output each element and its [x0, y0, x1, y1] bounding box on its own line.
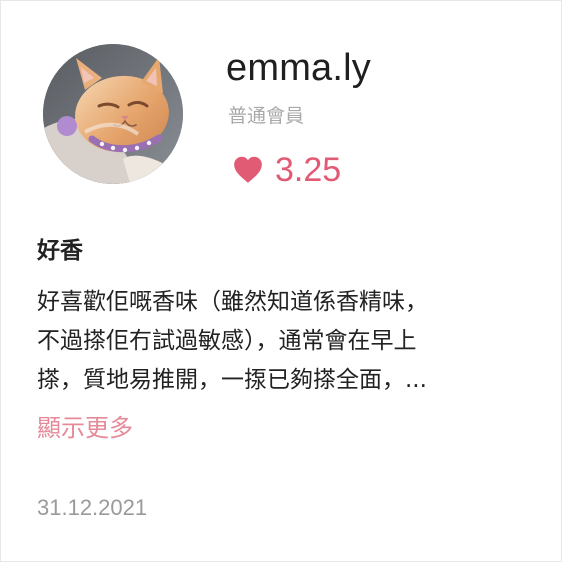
review-body-line: 搽，質地易推開，一揼已夠搽全面，...: [37, 367, 427, 393]
member-level-badge: 普通會員: [228, 105, 305, 127]
review-body-line: 不過搽佢冇試過敏感），通常會在早上: [37, 328, 417, 354]
show-more-link[interactable]: 顯示更多: [37, 411, 133, 445]
rating-display: 3.25: [231, 149, 341, 191]
review-title: 好香: [37, 238, 83, 264]
review-card: emma.ly 普通會員 3.25 好香 好喜歡佢嘅香味（雖然知道係香精味， 不…: [0, 0, 562, 562]
review-date: 31.12.2021: [37, 495, 148, 520]
heart-icon: [234, 156, 262, 183]
cat-photo-avatar: [43, 44, 183, 184]
review-body: 好喜歡佢嘅香味（雖然知道係香精味， 不過搽佢冇試過敏感），通常會在早上 搽，質地…: [37, 283, 527, 400]
user-avatar[interactable]: [43, 44, 183, 184]
rating-value: 3.25: [275, 151, 342, 189]
username[interactable]: emma.ly: [226, 45, 371, 91]
review-body-line: 好喜歡佢嘅香味（雖然知道係香精味，: [37, 289, 428, 315]
